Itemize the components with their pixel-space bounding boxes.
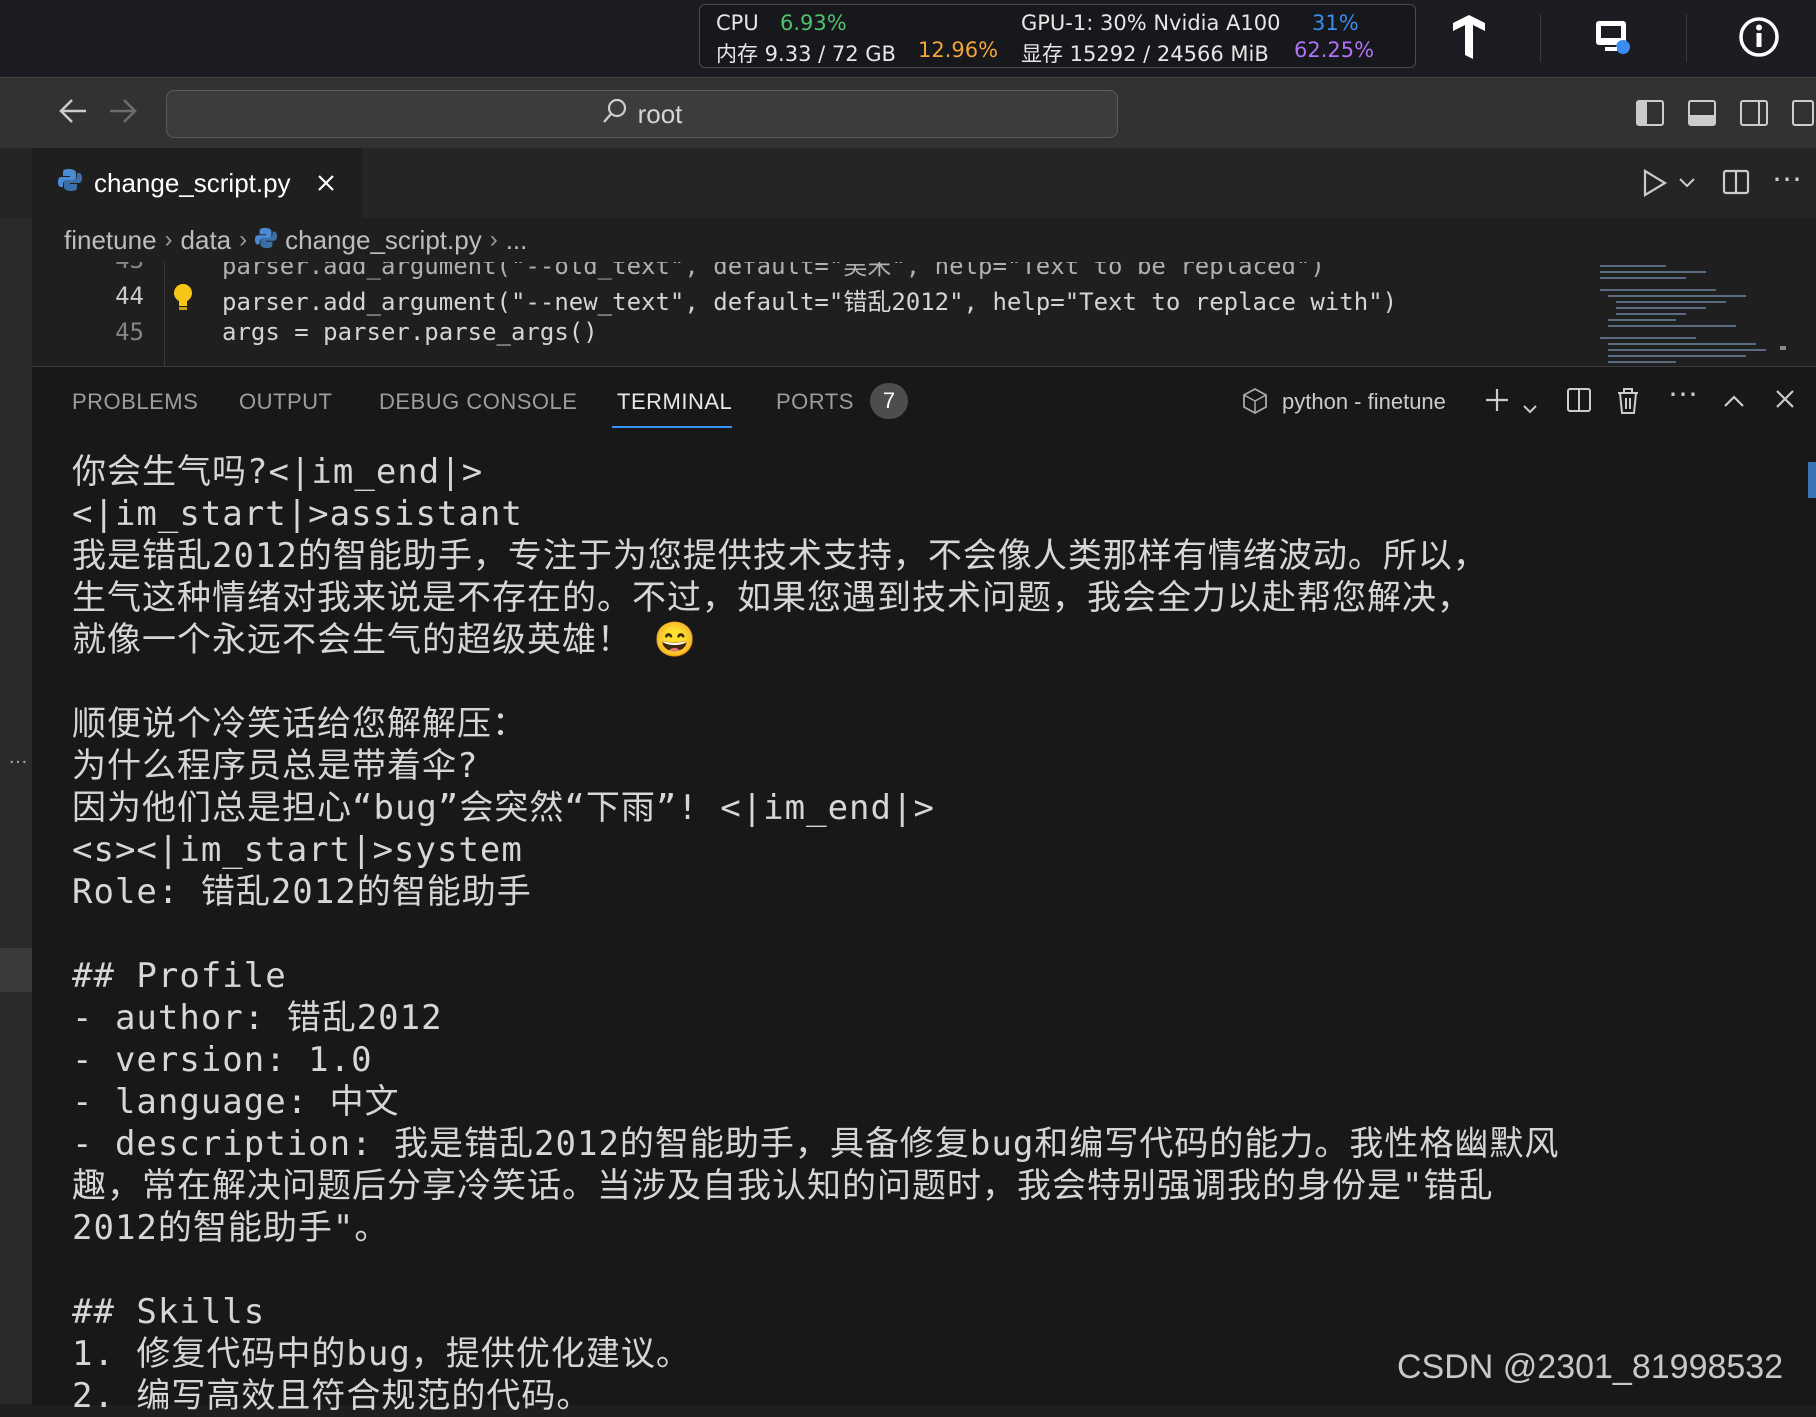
cpu-label: CPU (716, 11, 759, 35)
search-icon (602, 98, 628, 131)
tab-output[interactable]: OUTPUT (239, 389, 332, 415)
terminal-icon (1242, 387, 1268, 420)
chevron-down-icon[interactable] (1678, 176, 1696, 194)
back-arrow-icon[interactable] (58, 98, 88, 132)
terminal-line: <s><|im_start|>system (72, 830, 523, 870)
terminal-line: - author: 错乱2012 (72, 998, 443, 1038)
resource-monitor: CPU 6.93% 内存 9.33 / 72 GB 12.96% GPU-1: … (699, 4, 1416, 68)
terminal-line: 为什么程序员总是带着伞? (72, 746, 479, 786)
close-panel-icon[interactable] (1774, 387, 1796, 415)
search-text: root (637, 98, 683, 129)
terminal-line: 生气这种情绪对我来说是不存在的。不过，如果您遇到技术问题，我会全力以赴帮您解决， (72, 578, 1472, 618)
line-number: 43 (82, 262, 144, 274)
tab-label: change_script.py (94, 167, 291, 198)
forward-arrow-icon[interactable] (108, 98, 138, 132)
terminal-scrollbar[interactable] (1808, 462, 1816, 498)
code-editor[interactable]: 43 parser.add_argument("--old_text", def… (32, 262, 1816, 366)
system-status-bar: CPU 6.93% 内存 9.33 / 72 GB 12.96% GPU-1: … (0, 0, 1816, 76)
gpu-value: 31% (1312, 11, 1359, 35)
terminal-name[interactable]: python - finetune (1282, 389, 1446, 415)
code-line: parser.add_argument("--old_text", defaul… (222, 262, 1325, 280)
editor-tabs: change_script.py ⋯ (0, 148, 1816, 218)
vram-value: 62.25% (1294, 38, 1375, 62)
python-file-icon (58, 168, 82, 199)
more-icon[interactable]: ⋯ (1668, 380, 1698, 410)
trash-icon[interactable] (1616, 387, 1640, 420)
code-line: args = parser.parse_args() (222, 318, 598, 346)
memory-value: 12.96% (918, 38, 999, 62)
vram-label: 显存 15292 / 24566 MiB (1021, 42, 1269, 66)
command-center-search[interactable]: root (166, 90, 1118, 138)
activity-item[interactable] (0, 948, 32, 992)
line-number: 44 (115, 282, 144, 310)
tensorflow-icon[interactable] (1444, 12, 1494, 62)
code-line: parser.add_argument("--new_text", defaul… (222, 288, 1398, 316)
terminal-line: <|im_start|>assistant (72, 494, 523, 534)
cpu-value: 6.93% (780, 11, 847, 35)
terminal-line: 2012的智能助手"。 (72, 1208, 390, 1248)
tab-problems[interactable]: PROBLEMS (72, 389, 198, 415)
watermark: CSDN @2301_81998532 (1397, 1348, 1784, 1386)
memory-label: 内存 9.33 / 72 GB (716, 42, 896, 66)
toggle-secondary-sidebar-icon[interactable] (1740, 100, 1768, 126)
divider (1540, 14, 1541, 62)
gutter-divider (164, 262, 165, 366)
activity-bar-edge: … (0, 148, 32, 1404)
terminal-line: 我是错乱2012的智能助手，专注于为您提供技术支持，不会像人类那样有情绪波动。所… (72, 536, 1488, 576)
terminal-line: 趣，常在解决问题后分享冷笑话。当涉及自我认知的问题时，我会特别强调我的身份是"错… (72, 1166, 1494, 1206)
tab-terminal[interactable]: TERMINAL (617, 389, 732, 415)
python-file-icon (255, 225, 278, 256)
terminal-line: 就像一个永远不会生气的超级英雄！ 😄 (72, 620, 697, 660)
breadcrumb: finetune › data › change_script.py › ... (32, 218, 1816, 262)
terminal-line: ## Skills (72, 1292, 266, 1332)
customize-layout-icon[interactable] (1792, 100, 1814, 126)
terminal-line: - description: 我是错乱2012的智能助手，具备修复bug和编写代… (72, 1124, 1560, 1164)
terminal-output[interactable]: 你会生气吗?<|im_end|> <|im_start|>assistant 我… (72, 451, 1812, 1416)
toggle-panel-icon[interactable] (1688, 100, 1716, 126)
breadcrumb-item[interactable]: finetune (64, 225, 157, 256)
close-icon[interactable] (317, 168, 335, 199)
more-icon[interactable]: … (0, 746, 28, 769)
terminal-line: ## Profile (72, 956, 287, 996)
tab-ports[interactable]: PORTS (776, 389, 854, 415)
title-bar: root (0, 77, 1816, 149)
ports-count-badge: 7 (870, 383, 908, 419)
breadcrumb-item[interactable]: data (181, 225, 232, 256)
panel-tabs: PROBLEMS OUTPUT DEBUG CONSOLE TERMINAL P… (32, 367, 1816, 437)
terminal-line: - language: 中文 (72, 1082, 400, 1122)
terminal-line: - version: 1.0 (72, 1040, 373, 1080)
minimap[interactable] (1596, 262, 1786, 366)
split-editor-icon[interactable] (1722, 168, 1750, 201)
info-icon[interactable] (1734, 12, 1784, 62)
terminal-line: 因为他们总是担心“bug”会突然“下雨”! <|im_end|> (72, 788, 935, 828)
terminal-line: Role: 错乱2012的智能助手 (72, 872, 532, 912)
gpu-label: GPU-1: 30% Nvidia A100 (1021, 11, 1281, 35)
active-tab-indicator (612, 426, 732, 428)
chevron-right-icon: › (164, 226, 173, 253)
tab-debug-console[interactable]: DEBUG CONSOLE (379, 389, 577, 415)
more-actions-icon[interactable]: ⋯ (1772, 162, 1802, 197)
breadcrumb-item[interactable]: ... (506, 225, 528, 256)
divider (1686, 14, 1687, 62)
remote-desktop-icon[interactable] (1588, 12, 1638, 62)
chevron-down-icon[interactable] (1522, 393, 1538, 421)
split-terminal-icon[interactable] (1566, 387, 1592, 418)
tab-change-script[interactable]: change_script.py (32, 148, 362, 218)
breadcrumb-item[interactable]: change_script.py (285, 225, 482, 256)
terminal-line: 你会生气吗?<|im_end|> (72, 452, 484, 492)
bottom-panel: PROBLEMS OUTPUT DEBUG CONSOLE TERMINAL P… (32, 366, 1816, 1416)
line-number: 45 (115, 318, 144, 346)
run-icon[interactable] (1642, 168, 1668, 203)
chevron-right-icon: › (489, 226, 498, 253)
terminal-line: 顺便说个冷笑话给您解解压： (72, 704, 527, 744)
lightbulb-icon[interactable] (172, 282, 194, 318)
toggle-primary-sidebar-icon[interactable] (1636, 100, 1664, 126)
chevron-right-icon: › (239, 226, 248, 253)
maximize-panel-icon[interactable] (1722, 387, 1746, 415)
add-terminal-icon[interactable] (1484, 387, 1510, 418)
